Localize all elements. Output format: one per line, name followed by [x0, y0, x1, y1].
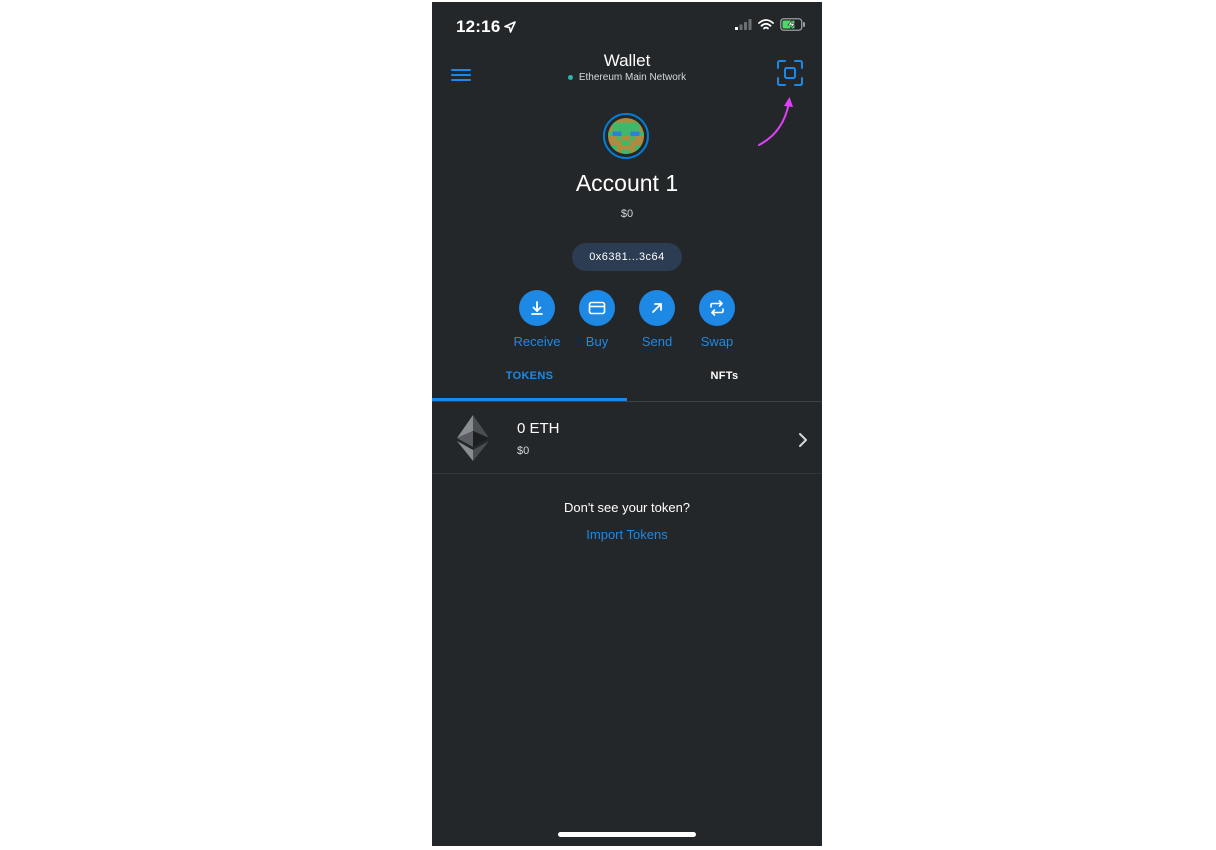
avatar — [608, 118, 644, 154]
buy-button-circle — [579, 290, 615, 326]
swap-label: Swap — [700, 334, 734, 349]
swap-button-circle — [699, 290, 735, 326]
scan-qr-button[interactable] — [776, 59, 804, 87]
buy-label: Buy — [585, 334, 609, 349]
account-address-button[interactable]: 0x6381...3c64 — [572, 243, 682, 271]
status-icons — [735, 18, 806, 31]
swap-button[interactable]: Swap — [699, 290, 735, 349]
network-name: Ethereum Main Network — [578, 72, 687, 83]
location-arrow-icon — [504, 21, 517, 33]
home-indicator[interactable] — [558, 832, 696, 837]
annotation-arrow-icon — [758, 97, 793, 146]
account-avatar[interactable] — [603, 113, 649, 159]
token-fiat-value: $0 — [517, 445, 530, 457]
receive-label: Receive — [513, 334, 561, 349]
ethereum-icon — [457, 415, 489, 461]
status-time: 12:16 — [456, 17, 517, 37]
tab-tokens[interactable]: TOKENS — [432, 370, 627, 382]
token-amount: 0 ETH — [517, 420, 560, 437]
account-balance: $0 — [620, 208, 634, 220]
buy-button[interactable]: Buy — [579, 290, 615, 349]
wallet-screen: 12:16 Wallet Ethereum Main Network Accou… — [432, 2, 822, 846]
missing-token-prompt: Don't see your token? — [563, 500, 691, 515]
account-name[interactable]: Account 1 — [432, 170, 822, 197]
scan-icon — [777, 60, 803, 86]
network-indicator[interactable]: Ethereum Main Network — [432, 72, 822, 83]
network-status-dot — [567, 75, 573, 80]
battery-charging-icon — [780, 18, 805, 31]
swap-icon — [710, 300, 724, 316]
receive-button-circle — [519, 290, 555, 326]
status-time-text: 12:16 — [456, 17, 501, 36]
token-row-eth[interactable]: 0 ETH $0 — [432, 402, 822, 474]
wifi-icon — [758, 18, 774, 29]
send-button-circle — [639, 290, 675, 326]
page-title: Wallet — [603, 51, 651, 70]
receive-button[interactable]: Receive — [514, 290, 560, 349]
cellular-signal-icon — [735, 19, 752, 30]
action-buttons: Receive Buy Send Swap — [432, 290, 822, 349]
chevron-right-icon — [799, 433, 807, 447]
import-tokens-link[interactable]: Import Tokens — [432, 527, 822, 542]
send-button[interactable]: Send — [639, 290, 675, 349]
identicon-icon — [608, 118, 644, 154]
card-icon — [588, 301, 606, 315]
send-label: Send — [641, 334, 673, 349]
tab-nfts[interactable]: NFTs — [627, 370, 822, 382]
send-arrow-icon — [652, 303, 662, 313]
receive-icon — [531, 301, 543, 315]
